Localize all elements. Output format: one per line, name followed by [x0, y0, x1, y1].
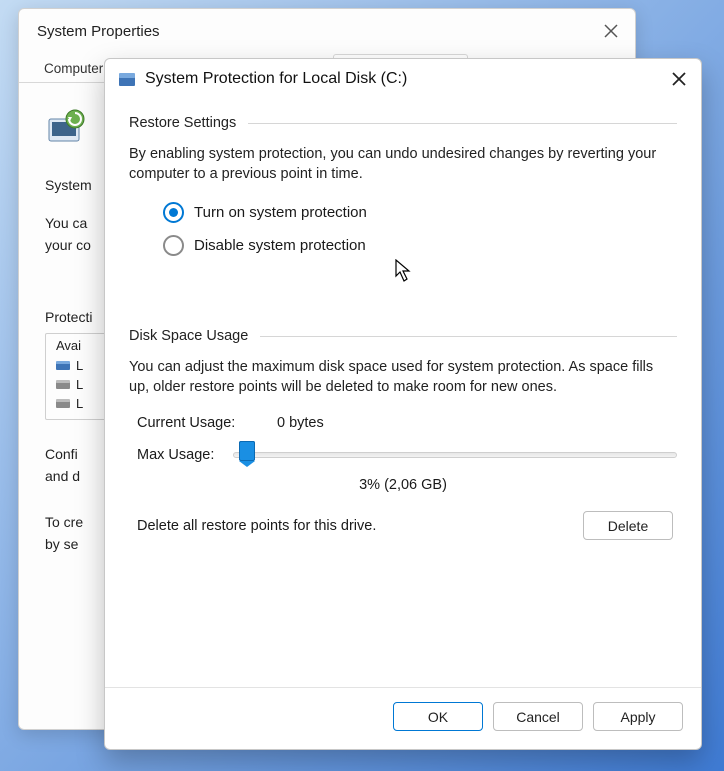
drive-icon	[119, 71, 135, 87]
dialog-titlebar: System Protection for Local Disk (C:)	[105, 59, 701, 97]
current-usage-label: Current Usage:	[137, 415, 277, 431]
close-icon	[672, 72, 686, 86]
section-disk-space: Disk Space Usage	[129, 328, 677, 344]
parent-title: System Properties	[37, 23, 160, 40]
divider	[260, 336, 677, 337]
max-usage-label: Max Usage:	[137, 447, 233, 463]
disk-space-desc: You can adjust the maximum disk space us…	[129, 358, 677, 397]
radio-icon	[163, 202, 184, 223]
drive-icon	[56, 361, 70, 371]
delete-button[interactable]: Delete	[583, 511, 673, 540]
dialog-body: Restore Settings By enabling system prot…	[105, 97, 701, 679]
radio-icon	[163, 235, 184, 256]
system-protection-dialog: System Protection for Local Disk (C:) Re…	[104, 58, 702, 750]
parent-close-button[interactable]	[601, 21, 621, 41]
radio-label: Turn on system protection	[194, 204, 367, 221]
dialog-footer: OK Cancel Apply	[105, 687, 701, 749]
dialog-title: System Protection for Local Disk (C:)	[145, 70, 669, 88]
dialog-close-button[interactable]	[669, 69, 689, 89]
delete-description: Delete all restore points for this drive…	[137, 518, 376, 534]
delete-restore-points-row: Delete all restore points for this drive…	[137, 511, 673, 540]
parent-titlebar: System Properties	[19, 9, 635, 53]
system-restore-icon	[45, 109, 89, 149]
ok-button[interactable]: OK	[393, 702, 483, 731]
restore-settings-desc: By enabling system protection, you can u…	[129, 145, 677, 184]
slider-thumb[interactable]	[239, 441, 255, 461]
max-usage-slider[interactable]	[233, 452, 677, 458]
section-label: Disk Space Usage	[129, 328, 248, 344]
restore-radio-group: Turn on system protection Disable system…	[129, 202, 677, 256]
close-icon	[604, 24, 618, 38]
current-usage-row: Current Usage: 0 bytes	[137, 415, 677, 431]
max-usage-row: Max Usage:	[137, 447, 677, 463]
drive-icon	[56, 399, 70, 409]
divider	[248, 123, 677, 124]
current-usage-value: 0 bytes	[277, 415, 324, 431]
radio-turn-on[interactable]: Turn on system protection	[163, 202, 677, 223]
apply-button[interactable]: Apply	[593, 702, 683, 731]
cancel-button[interactable]: Cancel	[493, 702, 583, 731]
section-restore-settings: Restore Settings	[129, 115, 677, 131]
radio-disable[interactable]: Disable system protection	[163, 235, 677, 256]
max-usage-value: 3% (2,06 GB)	[129, 477, 677, 493]
section-label: Restore Settings	[129, 115, 236, 131]
radio-label: Disable system protection	[194, 237, 366, 254]
drive-icon	[56, 380, 70, 390]
